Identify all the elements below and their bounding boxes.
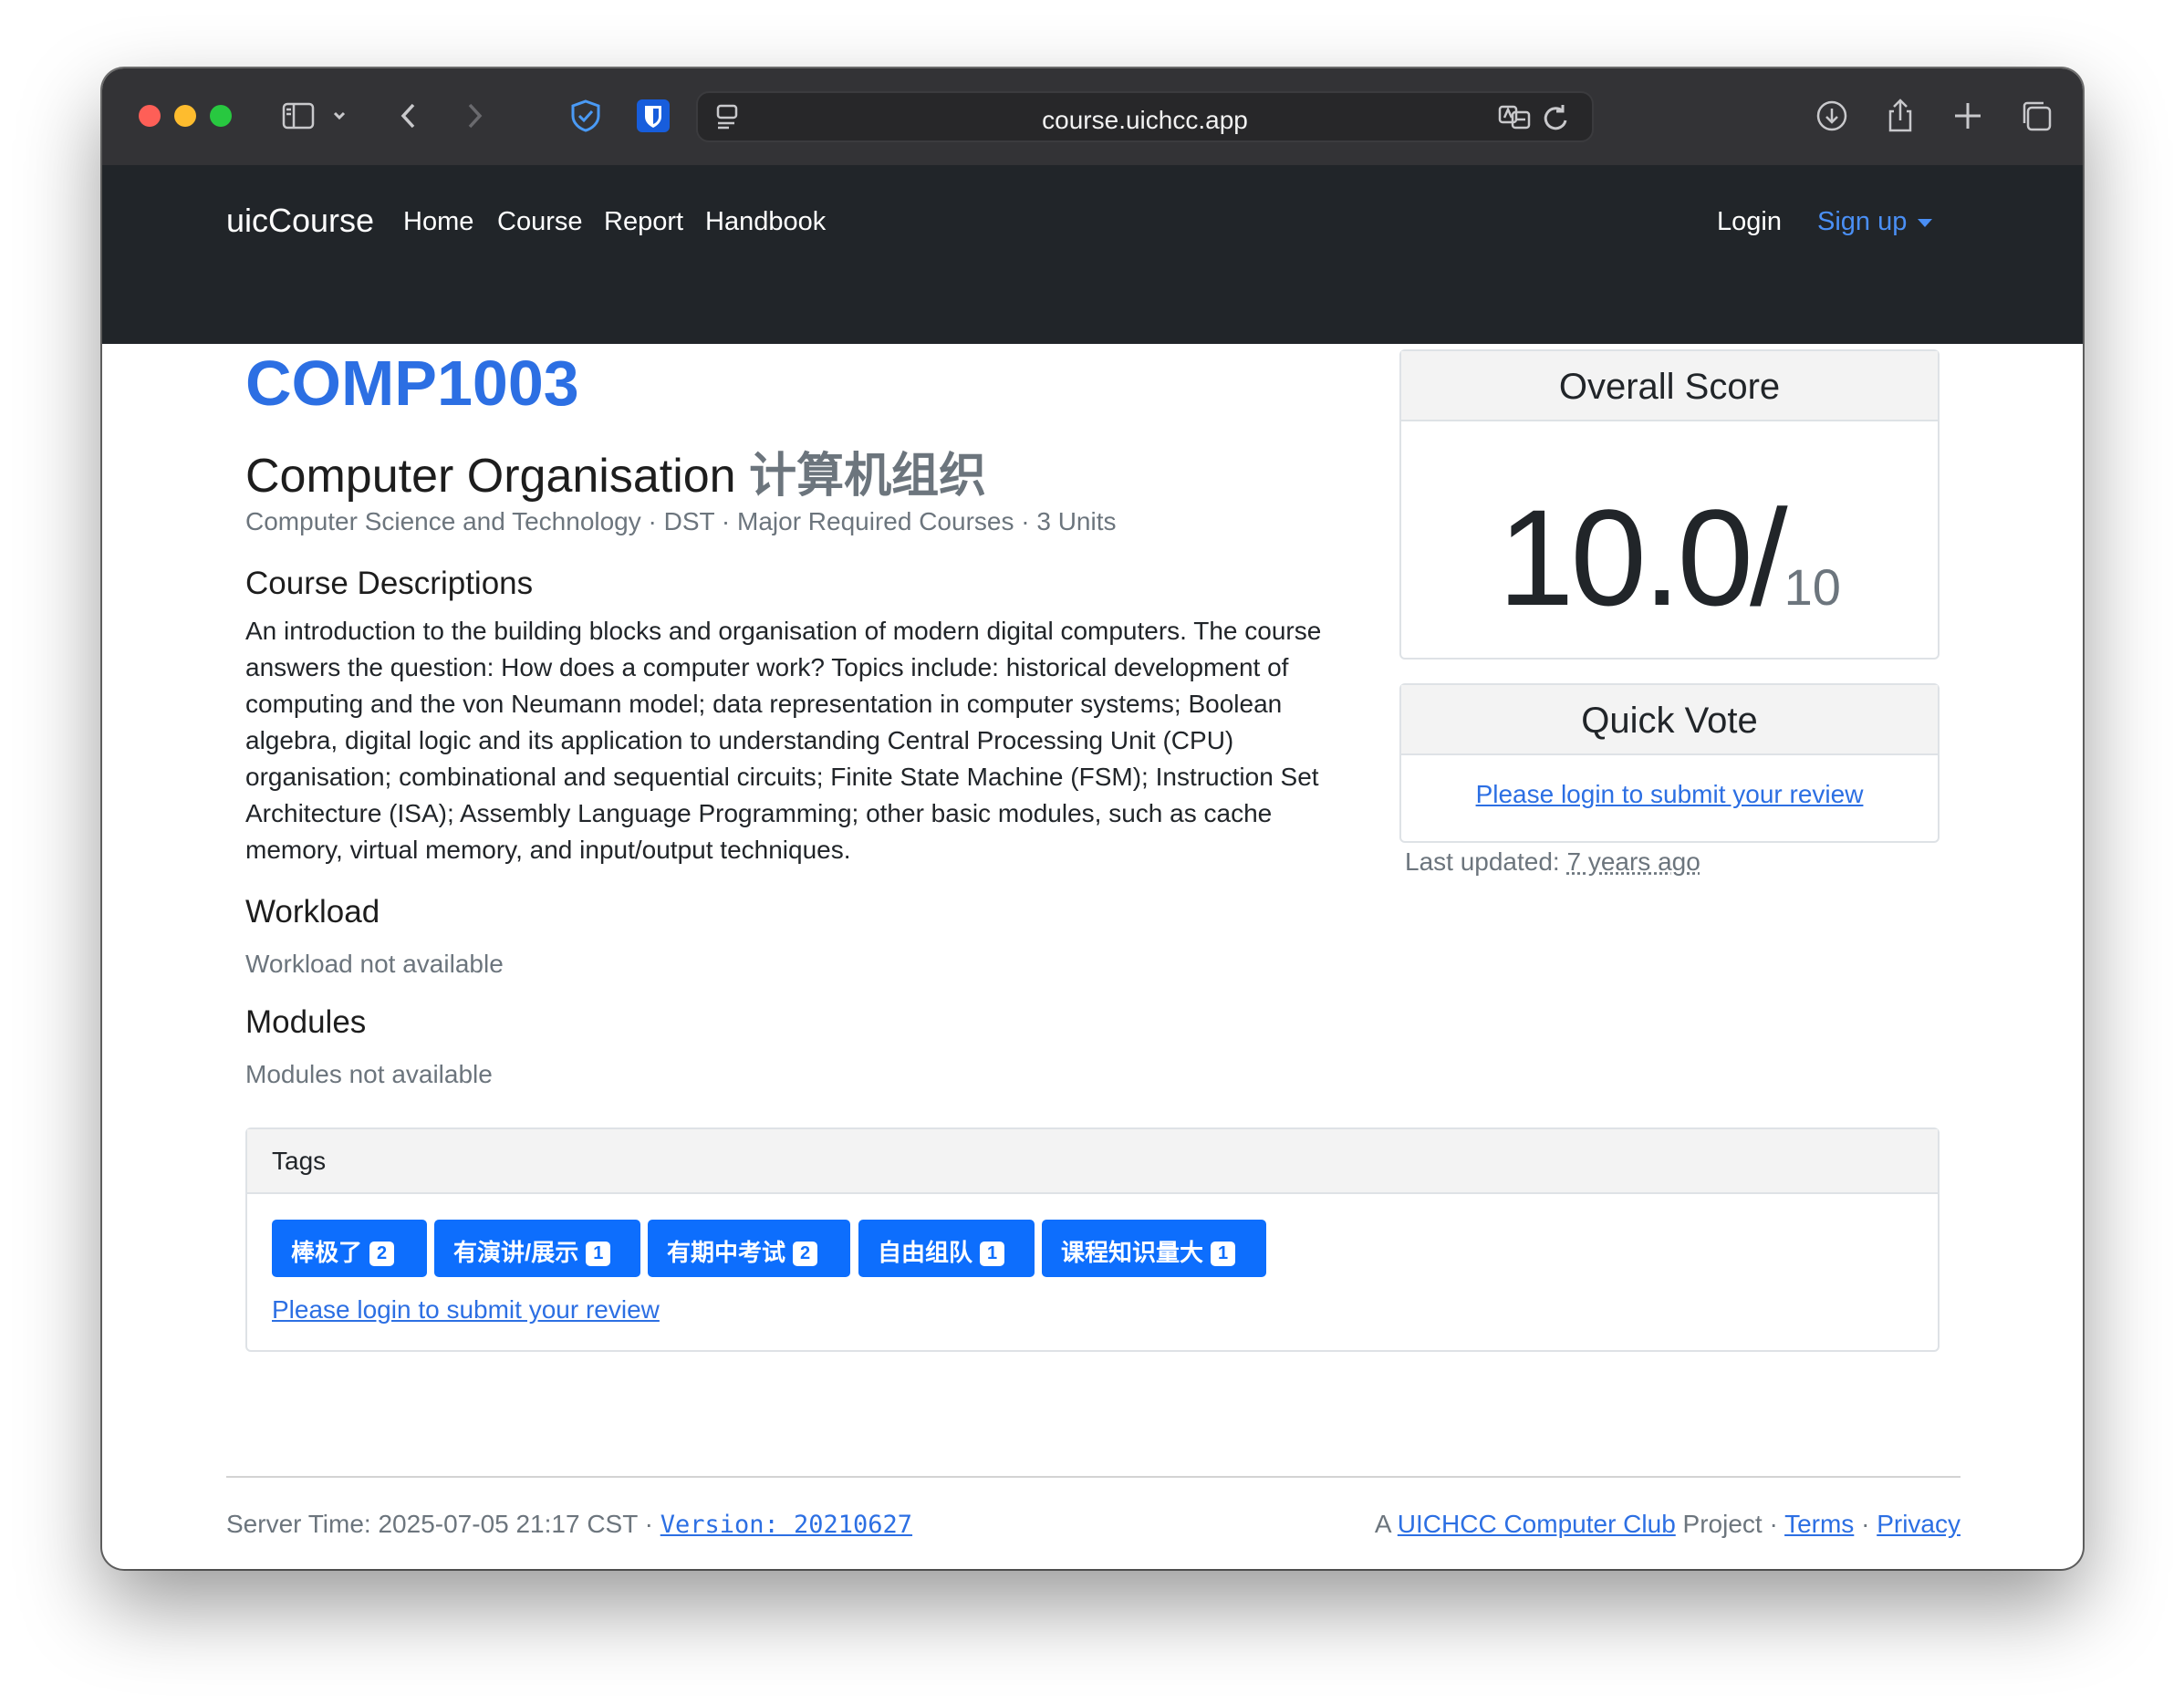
quick-vote-title: Quick Vote (1581, 701, 1758, 741)
club-link[interactable]: UICHCC Computer Club (1398, 1510, 1676, 1538)
footer-project: Project · (1682, 1510, 1778, 1538)
footer-left: Server Time: 2025-07-05 21:17 CST · Vers… (226, 1510, 912, 1539)
chevron-down-icon[interactable] (327, 96, 352, 136)
overall-score-title: Overall Score (1558, 367, 1781, 407)
sidebar-toggle-icon[interactable] (278, 96, 318, 136)
quick-vote-card: Quick Vote Please login to submit your r… (1399, 683, 1940, 843)
privacy-shield-icon[interactable] (566, 96, 606, 136)
workload-text: Workload not available (245, 950, 504, 978)
score-value: 10.0/ (1498, 481, 1788, 634)
nav-login[interactable]: Login (1717, 207, 1782, 237)
site-navbar: uicCourse Home Course Report Handbook Lo… (102, 165, 2083, 344)
tag-count-badge: 2 (369, 1242, 395, 1266)
tag-label: 课程知识量大 (1061, 1239, 1204, 1266)
tag-count-badge: 1 (980, 1242, 1005, 1266)
score-max: 10 (1784, 558, 1841, 616)
tag-count-badge: 2 (793, 1242, 818, 1266)
tag-label: 有期中考试 (667, 1239, 786, 1266)
nav-course[interactable]: Course (497, 207, 583, 237)
tag-button[interactable]: 有期中考试 2 (648, 1220, 850, 1277)
forward-arrow-icon[interactable] (453, 96, 494, 136)
course-code: COMP1003 (245, 348, 579, 419)
course-description: An introduction to the building blocks a… (245, 617, 1322, 864)
tag-button[interactable]: 有演讲/展示 1 (434, 1220, 640, 1277)
last-updated: Last updated: 7 years ago (1405, 847, 1700, 877)
browser-toolbar: course.uichcc.app (102, 68, 2083, 166)
close-window-button[interactable] (139, 105, 161, 127)
tags-header: Tags (247, 1129, 1938, 1194)
footer-dot: · (1861, 1510, 1870, 1538)
back-arrow-icon[interactable] (390, 96, 430, 136)
caret-down-icon (1918, 218, 1933, 227)
share-icon[interactable] (1880, 96, 1920, 136)
modules-text: Modules not available (245, 1060, 493, 1088)
bitwarden-icon[interactable] (633, 96, 673, 136)
version-link[interactable]: Version: 20210627 (660, 1511, 912, 1539)
nav-signup-dropdown[interactable]: Sign up (1817, 207, 1933, 237)
descriptions-heading: Course Descriptions (245, 566, 534, 601)
workload-heading: Workload (245, 894, 380, 930)
nav-home[interactable]: Home (403, 207, 473, 237)
brand-logo[interactable]: uicCourse (226, 202, 374, 240)
overall-score-header: Overall Score (1401, 351, 1938, 421)
tag-count-badge: 1 (586, 1242, 611, 1266)
tag-button[interactable]: 课程知识量大 1 (1042, 1220, 1266, 1277)
overall-score-card: Overall Score 10.0/10 (1399, 349, 1940, 660)
tab-overview-icon[interactable] (2016, 96, 2056, 136)
translate-icon[interactable] (1494, 97, 1534, 137)
tag-label: 自由组队 (878, 1239, 973, 1266)
tags-login-link[interactable]: Please login to submit your review (272, 1295, 660, 1324)
quick-vote-header: Quick Vote (1401, 685, 1938, 755)
quick-vote-login-link[interactable]: Please login to submit your review (1476, 780, 1864, 808)
terms-link[interactable]: Terms (1784, 1510, 1854, 1538)
nav-signup-label: Sign up (1817, 207, 1908, 236)
minimize-window-button[interactable] (174, 105, 196, 127)
modules-heading: Modules (245, 1004, 367, 1040)
score-display: 10.0/10 (1401, 479, 1938, 637)
footer-prefix: A (1374, 1510, 1391, 1538)
tag-button[interactable]: 自由组队 1 (858, 1220, 1035, 1277)
new-tab-icon[interactable] (1948, 96, 1988, 136)
server-time: Server Time: 2025-07-05 21:17 CST · (226, 1510, 653, 1538)
privacy-link[interactable]: Privacy (1877, 1510, 1960, 1538)
footer-right: A UICHCC Computer Club Project · Terms ·… (1375, 1510, 1960, 1539)
tag-button[interactable]: 棒极了 2 (272, 1220, 427, 1277)
footer-divider (226, 1476, 1960, 1478)
last-updated-value: 7 years ago (1566, 847, 1700, 876)
last-updated-label: Last updated: (1405, 847, 1560, 876)
tag-label: 有演讲/展示 (453, 1239, 579, 1266)
zoom-window-button[interactable] (210, 105, 232, 127)
tag-label: 棒极了 (291, 1239, 363, 1266)
address-bar[interactable]: course.uichcc.app (696, 91, 1594, 142)
downloads-icon[interactable] (1812, 96, 1852, 136)
course-title: Computer Organisation 计算机组织 (245, 437, 986, 505)
nav-report[interactable]: Report (604, 207, 683, 237)
course-title-en: Computer Organisation (245, 450, 736, 503)
tags-title: Tags (272, 1147, 327, 1175)
browser-window: course.uichcc.app uicCourse Home Course … (102, 68, 2083, 1569)
course-meta: Computer Science and Technology · DST · … (245, 507, 1117, 535)
tag-count-badge: 1 (1211, 1242, 1236, 1266)
nav-handbook[interactable]: Handbook (705, 207, 826, 237)
url-text: course.uichcc.app (1042, 106, 1248, 134)
reload-icon[interactable] (1535, 97, 1576, 137)
course-title-cn: 计算机组织 (749, 450, 987, 503)
